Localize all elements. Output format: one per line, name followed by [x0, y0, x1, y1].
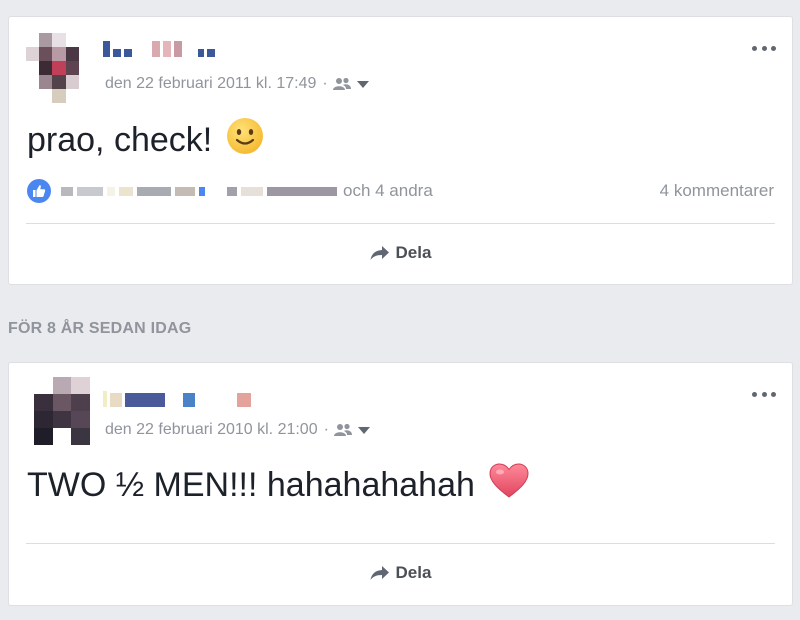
post-body: TWO ½ MEN!!! hahahahahah [27, 463, 529, 508]
post-meta: den 22 februari 2010 kl. 21:00 · [105, 421, 371, 439]
audience-friends-icon[interactable] [333, 423, 354, 437]
meta-separator: · [323, 421, 329, 438]
red-heart-icon [489, 463, 529, 508]
like-reaction-icon[interactable] [27, 179, 51, 203]
share-label: Dela [395, 243, 432, 262]
divider [26, 543, 775, 544]
reactor-names-redacted[interactable] [61, 184, 337, 198]
more-options-button[interactable] [752, 387, 776, 401]
chevron-down-icon[interactable] [357, 423, 371, 437]
post-card: den 22 februari 2011 kl. 17:49 · prao, c… [8, 16, 793, 285]
post-text: prao, check! [27, 121, 213, 159]
avatar[interactable] [26, 33, 92, 103]
share-button[interactable]: Dela [9, 563, 792, 583]
author-name-redacted[interactable] [103, 389, 251, 407]
comments-count-link[interactable]: 4 kommentarer [660, 181, 774, 201]
share-arrow-icon [370, 246, 389, 260]
share-arrow-icon [370, 566, 389, 580]
memories-section-header: FÖR 8 ÅR SEDAN IDAG [8, 320, 192, 337]
post-card: den 22 februari 2010 kl. 21:00 · TWO ½ M… [8, 362, 793, 606]
share-label: Dela [395, 563, 432, 582]
post-body: prao, check! [27, 117, 264, 164]
meta-separator: · [322, 75, 328, 92]
divider [26, 223, 775, 224]
post-meta: den 22 februari 2011 kl. 17:49 · [105, 75, 370, 93]
more-options-button[interactable] [752, 41, 776, 55]
timestamp[interactable]: den 22 februari 2010 kl. 21:00 [105, 421, 318, 439]
avatar[interactable] [34, 377, 90, 445]
reactors-others-text[interactable]: och 4 andra [343, 181, 433, 201]
chevron-down-icon[interactable] [356, 77, 370, 91]
author-name-redacted[interactable] [103, 39, 215, 57]
audience-friends-icon[interactable] [332, 77, 353, 91]
post-text: TWO ½ MEN!!! hahahahahah [27, 466, 475, 504]
share-button[interactable]: Dela [9, 243, 792, 263]
slightly-smiling-face-icon [226, 117, 264, 164]
reactions-bar: och 4 andra 4 kommentarer [27, 178, 774, 204]
timestamp[interactable]: den 22 februari 2011 kl. 17:49 [105, 75, 316, 93]
